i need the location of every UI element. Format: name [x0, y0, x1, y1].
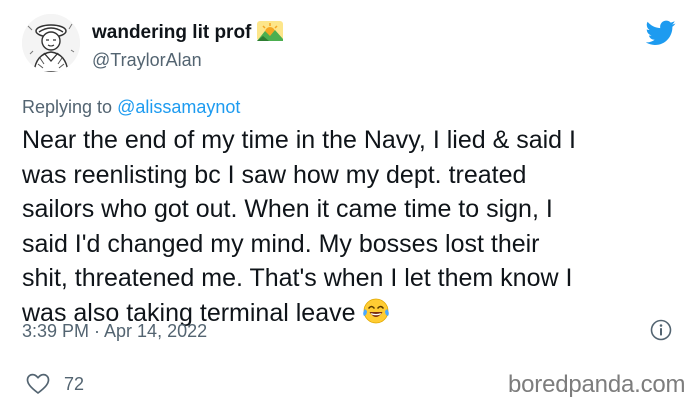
twitter-bird-icon[interactable] — [646, 20, 676, 46]
user-handle[interactable]: @TraylorAlan — [92, 49, 202, 71]
tweet-line: was reenlisting bc I saw how my dept. tr… — [22, 160, 527, 189]
info-icon[interactable] — [650, 319, 672, 341]
tweet-timestamp[interactable]: 3:39 PM · Apr 14, 2022 — [22, 320, 207, 342]
display-name-text: wandering lit prof — [92, 22, 252, 43]
tweet-line: shit, threatened me. That's when I let t… — [22, 264, 573, 292]
tweet-line: sailors who got out. When it came time t… — [22, 195, 553, 223]
replying-to: Replying to @alissamaynot — [22, 96, 240, 118]
heart-icon[interactable] — [26, 373, 50, 395]
watermark: boredpanda.com — [508, 371, 686, 398]
reply-mention-link[interactable]: @alissamaynot — [117, 97, 240, 117]
tweet-card: wandering lit prof @TraylorAlan Replying… — [0, 0, 700, 410]
tweet-line: Near the end of my time in the Navy, I l… — [22, 126, 576, 154]
avatar[interactable] — [22, 14, 80, 72]
sailor-sketch-icon — [22, 14, 80, 72]
face-with-tears-of-joy-icon — [362, 298, 389, 323]
display-name[interactable]: wandering lit prof — [92, 21, 284, 45]
replying-prefix: Replying to — [22, 97, 113, 117]
like-count: 72 — [64, 374, 85, 394]
tweet-line: said I'd changed my mind. My bosses lost… — [22, 229, 540, 258]
tweet-text: Near the end of my time in the Navy, I l… — [22, 123, 692, 330]
sunrise-over-mountains-icon — [257, 21, 284, 41]
